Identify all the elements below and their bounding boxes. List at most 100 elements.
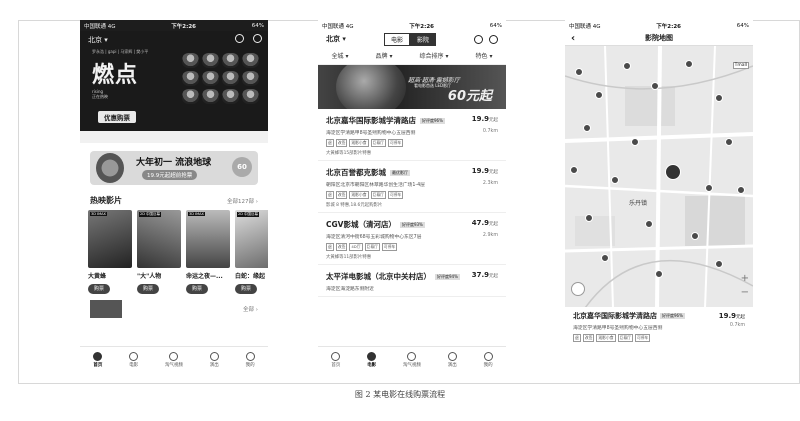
filter-sort[interactable]: 综合排序 ▾ <box>420 51 449 60</box>
movie-poster[interactable]: 3D IMAX <box>88 210 132 268</box>
zoom-in-button[interactable]: + <box>741 272 749 286</box>
cinema-pin[interactable] <box>570 166 578 174</box>
feature-tag: 退 <box>573 334 581 342</box>
tab-movies[interactable]: 电影 <box>367 351 377 368</box>
tab-label: 首页 <box>331 362 341 368</box>
promo-banner[interactable]: 大年初一 流浪地球 19.9元起超前抢票 60 <box>90 151 258 185</box>
filter-brand[interactable]: 品牌 ▾ <box>376 51 393 60</box>
cinema-pin[interactable] <box>583 124 591 132</box>
segment-movies[interactable]: 电影 <box>383 32 410 46</box>
movie-title: 命运之夜—... <box>186 273 223 280</box>
cinema-address: 海淀区学清路甲8号圣熙购物中心五层西侧 <box>326 131 416 136</box>
cinema-pin[interactable] <box>725 138 733 146</box>
tab-movies[interactable]: 电影 <box>129 351 139 368</box>
cinema-pin[interactable] <box>595 91 603 99</box>
cinema-pin[interactable] <box>737 186 745 194</box>
tab-label: 我的 <box>483 362 493 368</box>
cinema-pin[interactable] <box>585 214 593 222</box>
tab-home[interactable]: 首页 <box>93 351 103 368</box>
ad-banner[interactable]: 超高·超清·震撼影厅 看电影首选 LED影厅 60元起 <box>318 65 506 109</box>
buy-button[interactable]: 购票 <box>186 284 208 294</box>
search-icon[interactable] <box>253 34 262 43</box>
buy-button[interactable]: 购票 <box>235 284 257 294</box>
tab-label: 电影 <box>129 362 139 368</box>
cinema-pin[interactable] <box>631 138 639 146</box>
cinema-pin[interactable] <box>715 94 723 102</box>
feature-tag: 可停车 <box>387 191 404 199</box>
search-icon[interactable] <box>488 34 498 44</box>
feature-tag: 巨幕厅 <box>370 139 386 147</box>
filter-feature[interactable]: 特色 ▾ <box>476 51 493 60</box>
tab-shows[interactable]: 演出 <box>209 351 219 368</box>
cinema-pin[interactable] <box>611 176 619 184</box>
cinema-pin[interactable] <box>575 68 583 76</box>
tab-home[interactable]: 首页 <box>331 351 341 368</box>
top-nav: 北京 ▾ 电影 影院 <box>318 31 506 47</box>
cinema-name: 北京嘉华国际影城学清路店 <box>326 116 416 125</box>
segment-control: 电影 影院 <box>383 32 436 46</box>
cinema-list-item[interactable]: 北京百誉都克影城 最优影厅 19.9元起 朝阳区北京市朝阳区林萃路华创生活广场1-… <box>318 161 506 213</box>
tab-label: 淘气视频 <box>164 362 183 368</box>
cinema-pin[interactable] <box>715 260 723 268</box>
movie-card[interactable]: 2D 中国巨幕 白蛇：缘起 购票 <box>235 210 268 294</box>
cinema-pin[interactable] <box>691 232 699 240</box>
format-tag: 3D IMAX <box>90 212 107 216</box>
movie-card[interactable]: 2D 中国巨幕 "大"人物 购票 <box>137 210 181 294</box>
selected-cinema-pin[interactable] <box>665 164 681 180</box>
movie-poster[interactable]: 2D 中国巨幕 <box>137 210 181 268</box>
cinema-name: 北京嘉华国际影城学清路店 <box>573 312 657 320</box>
status-bar: 中国联通 4G 下午2:26 64% <box>565 20 753 31</box>
filter-area[interactable]: 全城 ▾ <box>332 51 349 60</box>
zoom-out-button[interactable]: − <box>741 286 749 300</box>
see-all-link[interactable]: 全部127部 › <box>227 197 258 205</box>
movie-card[interactable]: 3D IMAX 大黄蜂 购票 <box>88 210 132 294</box>
cinema-pin[interactable] <box>685 60 693 68</box>
hero-banner[interactable]: 北京 ▾ 罗永浩 | gapi | 马家辉 | 樊小平 燃点 rising 正在… <box>80 31 268 131</box>
cinema-list-item[interactable]: 北京嘉华国际影城学清路店 好评度96% 19.9元起 海淀区学清路甲8号圣熙购物中… <box>318 109 506 161</box>
movie-card[interactable]: 3D IMAX 命运之夜—... 购票 <box>186 210 230 294</box>
hero-staff-line: 罗永浩 | gapi | 马家辉 | 樊小平 <box>92 49 149 54</box>
tab-label: 演出 <box>209 362 219 368</box>
cinema-pin[interactable] <box>705 184 713 192</box>
video-icon <box>169 351 179 361</box>
buy-button[interactable]: 购票 <box>137 284 159 294</box>
tab-videos[interactable]: 淘气视频 <box>403 351 421 368</box>
clock-text: 下午2:26 <box>409 23 434 30</box>
avatar <box>182 89 199 104</box>
cinema-pin[interactable] <box>601 254 609 262</box>
tab-profile[interactable]: 我的 <box>245 351 255 368</box>
cinema-list-item[interactable]: 太平洋电影城（北京中关村店） 好评度94% 37.9元起 海淀区海淀路东侧附近 <box>318 265 506 297</box>
section-thumbnail[interactable] <box>90 300 122 318</box>
segment-cinemas[interactable]: 影院 <box>409 32 436 46</box>
promo-note: 影城 8 特惠,18.6元起购影片 <box>326 203 383 208</box>
tab-shows[interactable]: 演出 <box>447 351 457 368</box>
buy-button[interactable]: 购票 <box>88 284 110 294</box>
scan-icon[interactable] <box>235 34 244 43</box>
tab-profile[interactable]: 我的 <box>483 351 493 368</box>
clock-text: 下午2:26 <box>656 23 681 30</box>
tab-videos[interactable]: 淘气视频 <box>164 351 183 368</box>
cinema-list-item[interactable]: CGV影城（清河店） 好评度93% 47.9元起 海淀区清河中街68号五彩城购物中… <box>318 213 506 265</box>
cinema-pin[interactable] <box>623 62 631 70</box>
location-icon[interactable] <box>473 34 483 44</box>
movie-poster[interactable]: 3D IMAX <box>186 210 230 268</box>
hero-buy-button[interactable]: 优惠购票 <box>98 111 136 123</box>
hero-poster: 罗永浩 | gapi | 马家辉 | 樊小平 燃点 rising 正在热映 <box>92 49 168 119</box>
city-selector[interactable]: 北京 ▾ <box>88 35 108 45</box>
cinema-pin[interactable] <box>645 220 653 228</box>
feature-tag: 观影小食 <box>349 191 369 199</box>
movie-poster[interactable]: 2D 中国巨幕 <box>235 210 268 268</box>
cinema-distance: 2.9km <box>482 233 498 238</box>
locate-me-button[interactable] <box>571 282 585 296</box>
cinema-pin[interactable] <box>651 82 659 90</box>
city-selector[interactable]: 北京 ▾ <box>326 34 346 44</box>
feature-tag: 改签 <box>582 334 595 342</box>
countdown-badge: 60 <box>232 157 252 177</box>
cinema-tags: 退改签 观影小食 巨幕厅 可停车 <box>326 139 498 147</box>
tab-label: 首页 <box>93 362 103 368</box>
cinema-info-card[interactable]: 北京嘉华国际影城学清路店 好评度96% 19.9元起 海淀区学清路甲8号圣熙购物中… <box>565 307 753 346</box>
cinema-map[interactable]: Tmall 乐丹镇 + − <box>565 45 753 307</box>
ticket-icon <box>209 351 219 361</box>
cinema-pin[interactable] <box>655 270 663 278</box>
see-all-link[interactable]: 全部 › <box>243 305 258 313</box>
